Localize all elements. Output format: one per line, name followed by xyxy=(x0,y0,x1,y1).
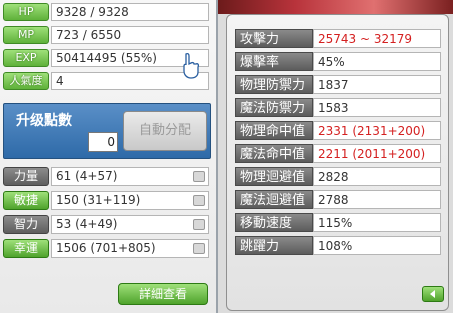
detail-row-macc: 魔法命中值 2211 (2011+200) xyxy=(235,144,441,163)
speed-label: 移動速度 xyxy=(235,213,313,232)
luk-value: 1506 (701+805) xyxy=(51,239,209,258)
pacc-label: 物理命中值 xyxy=(235,121,313,140)
ability-points-section: 升级點數 0 自動分配 xyxy=(3,103,211,159)
dex-add-button[interactable] xyxy=(193,195,205,206)
str-label: 力量 xyxy=(3,167,49,186)
detail-stat-panel: 攻擊力 25743 ~ 32179 爆擊率 45% 物理防禦力 1837 魔法防… xyxy=(226,14,449,311)
auto-assign-button[interactable]: 自動分配 xyxy=(123,111,207,151)
luk-add-button[interactable] xyxy=(193,243,205,254)
hand-cursor-icon xyxy=(183,52,200,79)
detail-row-pavoid: 物理迴避值 2828 xyxy=(235,167,441,186)
detail-row-crit: 爆擊率 45% xyxy=(235,52,441,71)
str-value: 61 (4+57) xyxy=(51,167,209,186)
hp-row: HP 9328 / 9328 xyxy=(3,3,209,21)
character-stat-panel: HP 9328 / 9328 MP 723 / 6550 EXP 5041449… xyxy=(0,0,218,313)
mavoid-label: 魔法迴避值 xyxy=(235,190,313,209)
str-value-text: 61 (4+57) xyxy=(56,169,118,183)
crit-label: 爆擊率 xyxy=(235,52,313,71)
mp-value: 723 / 6550 xyxy=(51,26,209,44)
pavoid-value: 2828 xyxy=(313,167,441,186)
dex-value: 150 (31+119) xyxy=(51,191,209,210)
detail-row-jump: 跳躍力 108% xyxy=(235,236,441,255)
ability-points-value: 0 xyxy=(88,132,118,152)
speed-value: 115% xyxy=(313,213,441,232)
crit-value: 45% xyxy=(313,52,441,71)
exp-label: EXP xyxy=(3,49,49,67)
detail-row-attack: 攻擊力 25743 ~ 32179 xyxy=(235,29,441,48)
mp-label: MP xyxy=(3,26,49,44)
pacc-value: 2331 (2131+200) xyxy=(313,121,441,140)
dex-value-text: 150 (31+119) xyxy=(56,193,141,207)
detail-row-pacc: 物理命中值 2331 (2131+200) xyxy=(235,121,441,140)
stat-row-int: 智力 53 (4+49) xyxy=(3,215,209,234)
ability-points-title: 升级點數 xyxy=(16,113,72,129)
mavoid-value: 2788 xyxy=(313,190,441,209)
detail-row-pdef: 物理防禦力 1837 xyxy=(235,75,441,94)
luk-value-text: 1506 (701+805) xyxy=(56,241,156,255)
detail-view-button[interactable]: 詳細查看 xyxy=(118,283,208,305)
exp-row: EXP 50414495 (55%) xyxy=(3,49,209,67)
jump-label: 跳躍力 xyxy=(235,236,313,255)
mdef-label: 魔法防禦力 xyxy=(235,98,313,117)
mp-row: MP 723 / 6550 xyxy=(3,26,209,44)
detail-row-mdef: 魔法防禦力 1583 xyxy=(235,98,441,117)
macc-label: 魔法命中值 xyxy=(235,144,313,163)
int-value: 53 (4+49) xyxy=(51,215,209,234)
int-value-text: 53 (4+49) xyxy=(56,217,118,231)
luk-label: 幸運 xyxy=(3,239,49,258)
dex-label: 敏捷 xyxy=(3,191,49,210)
macc-value: 2211 (2011+200) xyxy=(313,144,441,163)
fame-label: 人氣度 xyxy=(3,72,49,90)
hp-label: HP xyxy=(3,3,49,21)
fame-row: 人氣度 4 xyxy=(3,72,209,90)
mdef-value: 1583 xyxy=(313,98,441,117)
detail-row-mavoid: 魔法迴避值 2788 xyxy=(235,190,441,209)
background-scene xyxy=(216,0,453,14)
attack-value: 25743 ~ 32179 xyxy=(313,29,441,48)
str-add-button[interactable] xyxy=(193,171,205,182)
stat-row-dex: 敏捷 150 (31+119) xyxy=(3,191,209,210)
int-label: 智力 xyxy=(3,215,49,234)
arrow-left-icon xyxy=(430,290,435,298)
pavoid-label: 物理迴避值 xyxy=(235,167,313,186)
pdef-value: 1837 xyxy=(313,75,441,94)
stat-row-luk: 幸運 1506 (701+805) xyxy=(3,239,209,258)
pdef-label: 物理防禦力 xyxy=(235,75,313,94)
int-add-button[interactable] xyxy=(193,219,205,230)
collapse-button[interactable] xyxy=(422,286,444,302)
detail-row-speed: 移動速度 115% xyxy=(235,213,441,232)
jump-value: 108% xyxy=(313,236,441,255)
attack-label: 攻擊力 xyxy=(235,29,313,48)
hp-value: 9328 / 9328 xyxy=(51,3,209,21)
stat-row-str: 力量 61 (4+57) xyxy=(3,167,209,186)
